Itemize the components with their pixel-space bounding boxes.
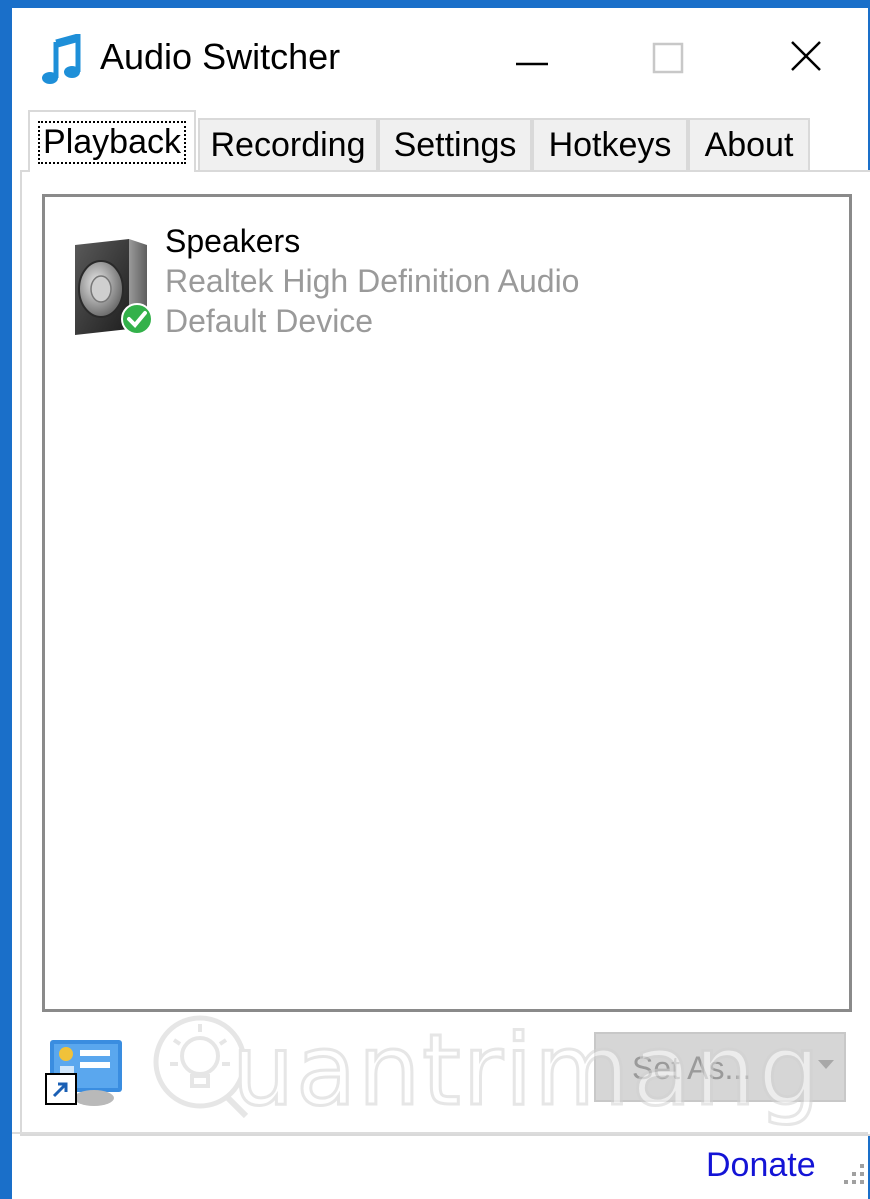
tab-settings[interactable]: Settings: [378, 118, 532, 170]
sound-control-panel-icon[interactable]: [44, 1036, 124, 1108]
device-status: Default Device: [165, 303, 374, 339]
music-note-icon: [42, 34, 81, 84]
tab-label: Settings: [393, 125, 517, 164]
set-as-label: Set As...: [632, 1050, 752, 1086]
status-bar-divider: [12, 1132, 868, 1134]
close-icon[interactable]: [772, 24, 842, 88]
list-item-speakers[interactable]: Speakers Realtek High Definition Audio D…: [63, 219, 823, 349]
tab-playback[interactable]: Playback: [28, 110, 196, 172]
device-name: Speakers: [165, 223, 301, 259]
device-list[interactable]: Speakers Realtek High Definition Audio D…: [42, 194, 852, 1012]
tab-label: Hotkeys: [548, 125, 672, 164]
tab-recording[interactable]: Recording: [198, 118, 378, 170]
set-as-button[interactable]: Set As...: [594, 1032, 846, 1102]
audio-switcher-window: Audio Switcher Playback Recording Settin…: [0, 0, 870, 1199]
tab-label: Playback: [43, 122, 181, 161]
maximize-icon[interactable]: [634, 24, 704, 88]
tab-label: Recording: [210, 125, 366, 164]
title-bar[interactable]: Audio Switcher: [12, 8, 868, 102]
tab-hotkeys[interactable]: Hotkeys: [532, 118, 688, 170]
window-title: Audio Switcher: [100, 36, 341, 77]
tab-about[interactable]: About: [688, 118, 810, 170]
device-description: Realtek High Definition Audio: [165, 263, 580, 299]
tab-label: About: [704, 125, 794, 164]
window-border-top: [0, 0, 870, 8]
speaker-default-icon: [75, 239, 153, 335]
dropdown-arrow-icon[interactable]: [818, 1060, 834, 1069]
donate-link[interactable]: Donate: [706, 1146, 816, 1185]
window-border-left: [0, 0, 12, 1199]
resize-grip-icon[interactable]: [836, 1150, 868, 1190]
minimize-icon[interactable]: [496, 24, 566, 88]
